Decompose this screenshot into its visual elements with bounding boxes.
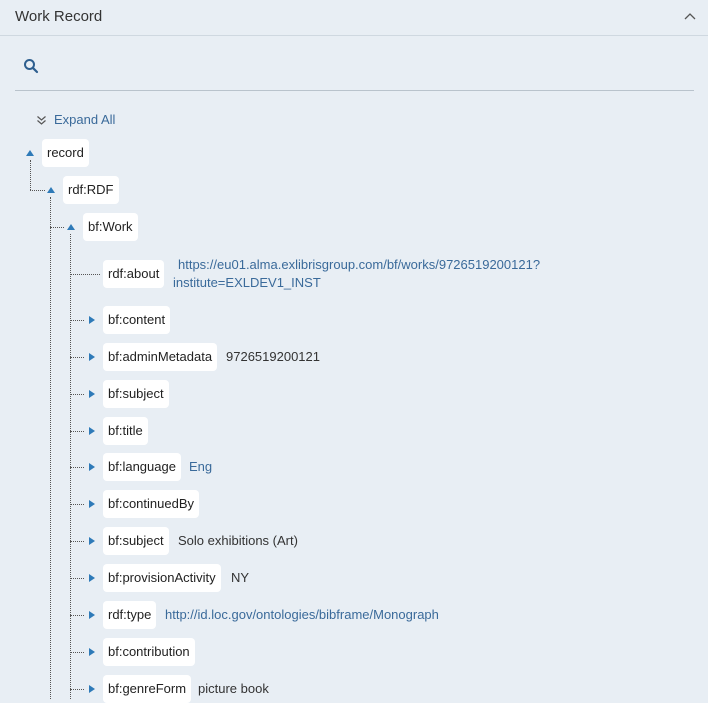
tree-node-work[interactable]: bf:Work [83,213,138,241]
tree-node-admin-metadata[interactable]: bf:adminMetadata [103,343,218,371]
node-value-link-continued[interactable]: institute=EXLDEV1_INST [173,274,321,292]
tree-node-subject[interactable]: bf:subject [103,527,169,555]
expand-node-toggle[interactable] [86,683,98,695]
tree-connector [70,467,84,468]
triangle-right-icon [89,611,95,619]
triangle-right-icon [89,500,95,508]
triangle-right-icon [89,463,95,471]
collapse-work-toggle[interactable] [65,221,77,233]
panel-header: Work Record [0,0,708,36]
search-button[interactable] [22,57,40,75]
tree-connector [70,274,100,275]
triangle-right-icon [89,685,95,693]
triangle-right-icon [89,648,95,656]
expand-node-toggle[interactable] [86,314,98,326]
tree-node-rdf[interactable]: rdf:RDF [63,176,119,204]
triangle-right-icon [89,353,95,361]
search-icon [24,59,39,74]
triangle-up-icon [47,187,55,193]
node-value: Solo exhibitions (Art) [178,533,298,548]
tree-connector [70,431,84,432]
double-chevron-down-icon [37,116,46,125]
tree-connector [50,227,64,228]
divider [15,90,694,91]
tree-connector [30,160,31,190]
triangle-right-icon [89,427,95,435]
expand-node-toggle[interactable] [86,351,98,363]
tree-node-subject[interactable]: bf:subject [103,380,169,408]
expand-node-toggle[interactable] [86,535,98,547]
tree-node-record[interactable]: record [42,139,89,167]
tree-connector [70,541,84,542]
tree-node-rdf-type[interactable]: rdf:type [103,601,157,629]
triangle-right-icon [89,390,95,398]
tree-connector [70,578,84,579]
collapse-rdf-toggle[interactable] [45,184,57,196]
triangle-right-icon [89,316,95,324]
node-value: 9726519200121 [226,349,320,364]
tree-node-title[interactable]: bf:title [103,417,148,445]
tree-connector [50,197,51,699]
tree-node-continued-by[interactable]: bf:continuedBy [103,490,200,518]
expand-all-label: Expand All [54,112,116,127]
triangle-right-icon [89,537,95,545]
tree-connector [30,190,45,191]
expand-node-toggle[interactable] [86,425,98,437]
node-value-link[interactable]: http://id.loc.gov/ontologies/bibframe/Mo… [165,606,439,624]
chevron-up-icon [684,13,696,20]
tree-node-contribution[interactable]: bf:contribution [103,638,195,666]
tree-node-rdf-about[interactable]: rdf:about [103,260,165,288]
node-value-link[interactable]: Eng [189,458,212,476]
panel-title: Work Record [15,8,103,25]
tree-node-provision-activity[interactable]: bf:provisionActivity [103,564,221,592]
tree-connector [70,320,84,321]
tree-connector [70,615,84,616]
tree-connector [70,504,84,505]
triangle-up-icon [26,150,34,156]
node-value-link[interactable]: https://eu01.alma.exlibrisgroup.com/bf/w… [178,256,540,274]
tree-connector [70,652,84,653]
expand-node-toggle[interactable] [86,609,98,621]
tree-connector [70,357,84,358]
expand-node-toggle[interactable] [86,646,98,658]
collapse-panel-button[interactable] [682,9,698,25]
tree-connector [70,394,84,395]
expand-node-toggle[interactable] [86,461,98,473]
collapse-record-toggle[interactable] [24,147,36,159]
tree-node-content[interactable]: bf:content [103,306,171,334]
expand-node-toggle[interactable] [86,388,98,400]
node-value: NY [231,570,250,585]
tree-node-language[interactable]: bf:language [103,453,181,481]
tree-connector [70,689,84,690]
node-value: picture book [198,681,269,696]
expand-node-toggle[interactable] [86,498,98,510]
triangle-right-icon [89,574,95,582]
expand-node-toggle[interactable] [86,572,98,584]
triangle-up-icon [67,224,75,230]
